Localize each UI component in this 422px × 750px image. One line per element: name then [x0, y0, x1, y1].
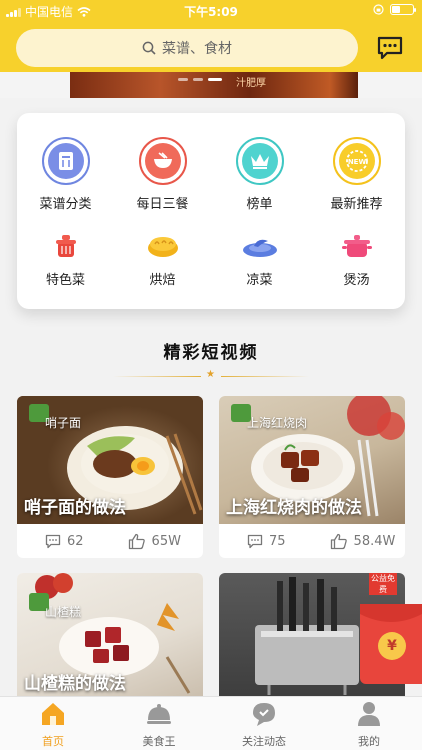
- battery-icon: [390, 4, 416, 15]
- video-tag: 山楂糕: [45, 605, 82, 619]
- video-title: 山楂糕的做法: [24, 674, 126, 694]
- home-icon: [42, 703, 64, 725]
- tab-label: 我的: [358, 735, 380, 748]
- video-stats: 62 65W: [17, 524, 203, 558]
- video-tag: 上海红烧肉: [247, 416, 308, 430]
- category-label: 每日三餐: [136, 197, 189, 212]
- category-label: 榜单: [246, 197, 273, 212]
- hotpot-icon: [55, 235, 76, 257]
- new-badge-icon: NEW: [345, 150, 368, 172]
- video-title: 上海红烧肉的做法: [226, 498, 362, 518]
- orientation-lock-icon: [373, 4, 384, 15]
- tab-home[interactable]: 首页: [0, 701, 106, 749]
- search-input[interactable]: 菜谱、食材: [16, 29, 358, 67]
- video-tag: 哨子面: [45, 416, 82, 430]
- red-packet-icon: [360, 604, 422, 622]
- section-title: 精彩短视频: [163, 343, 259, 363]
- tab-food-king[interactable]: 美食王: [106, 701, 212, 749]
- message-icon[interactable]: [376, 35, 404, 61]
- like-count[interactable]: 58.4W: [330, 533, 395, 550]
- bottom-tab-bar: 首页 美食王 关注动态 我的: [0, 696, 422, 750]
- banner-carousel[interactable]: 汁肥厚: [0, 72, 422, 98]
- thumbs-up-icon: [330, 533, 347, 549]
- category-label: 凉菜: [246, 273, 273, 288]
- comment-count[interactable]: 75: [247, 534, 286, 549]
- comment-icon: [45, 534, 61, 548]
- video-tag: 公益免费: [369, 573, 397, 595]
- yuan-coin: ¥: [378, 632, 406, 660]
- status-time: 下午5:09: [184, 5, 238, 19]
- tab-label: 美食王: [142, 735, 176, 748]
- video-stats: 75 58.4W: [219, 524, 405, 558]
- category-new-recommend[interactable]: NEW 最新推荐: [308, 137, 405, 212]
- category-daily-meals[interactable]: 每日三餐: [114, 137, 211, 212]
- category-baking[interactable]: 烘焙: [114, 231, 211, 288]
- video-card[interactable]: 哨子面 哨子面的做法 62 65W: [17, 396, 203, 558]
- cloche-icon: [147, 704, 171, 724]
- comment-icon: [247, 534, 263, 548]
- top-header: 中国电信 下午5:09 菜谱、食材: [0, 0, 422, 72]
- banner-tag: 汁肥厚: [236, 78, 266, 89]
- bread-icon: [147, 237, 178, 257]
- section-divider: ★: [113, 369, 309, 381]
- thumbs-up-icon: [128, 533, 145, 549]
- like-count[interactable]: 65W: [128, 533, 181, 550]
- person-icon: [358, 702, 380, 726]
- red-packet-button[interactable]: ¥: [360, 604, 422, 684]
- video-thumbnail: 哨子面 哨子面的做法: [17, 396, 203, 524]
- status-bar: 中国电信 下午5:09: [0, 0, 422, 22]
- category-rankings[interactable]: 榜单: [211, 137, 308, 212]
- category-label: 最新推荐: [330, 197, 383, 212]
- star-icon: ★: [206, 369, 215, 380]
- search-icon: [142, 41, 156, 55]
- tab-following[interactable]: 关注动态: [211, 701, 317, 749]
- category-label: 烘焙: [149, 273, 176, 288]
- search-placeholder: 菜谱、食材: [162, 41, 232, 57]
- category-cold-dishes[interactable]: 凉菜: [211, 231, 308, 288]
- video-thumbnail: 山楂糕 山楂糕的做法: [17, 573, 203, 696]
- video-thumbnail: 上海红烧肉 上海红烧肉的做法: [219, 396, 405, 524]
- recipe-book-icon: [58, 152, 73, 170]
- category-soup[interactable]: 煲汤: [308, 231, 405, 288]
- category-label: 特色菜: [45, 273, 85, 288]
- svg-text:NEW: NEW: [347, 158, 366, 166]
- category-grid: 菜谱分类 每日三餐 榜单 NEW 最新推荐 特色菜 烘焙 凉菜 煲汤: [17, 113, 405, 309]
- video-card[interactable]: 山楂糕 山楂糕的做法: [17, 573, 203, 696]
- video-card[interactable]: 上海红烧肉 上海红烧肉的做法 75 58.4W: [219, 396, 405, 558]
- tab-mine[interactable]: 我的: [316, 701, 422, 749]
- carousel-indicator: [178, 78, 222, 81]
- category-recipe-types[interactable]: 菜谱分类: [17, 137, 114, 212]
- chat-bubble-icon: [253, 703, 275, 726]
- category-specialty[interactable]: 特色菜: [17, 231, 114, 288]
- plate-icon: [242, 239, 277, 257]
- soup-pot-icon: [341, 235, 372, 257]
- bowl-icon: [153, 152, 172, 168]
- tab-label: 首页: [42, 735, 64, 748]
- crown-icon: [250, 154, 269, 169]
- category-label: 菜谱分类: [39, 197, 92, 212]
- category-label: 煲汤: [343, 273, 370, 288]
- tab-label: 关注动态: [242, 735, 286, 748]
- comment-count[interactable]: 62: [45, 534, 84, 549]
- video-title: 哨子面的做法: [24, 498, 126, 518]
